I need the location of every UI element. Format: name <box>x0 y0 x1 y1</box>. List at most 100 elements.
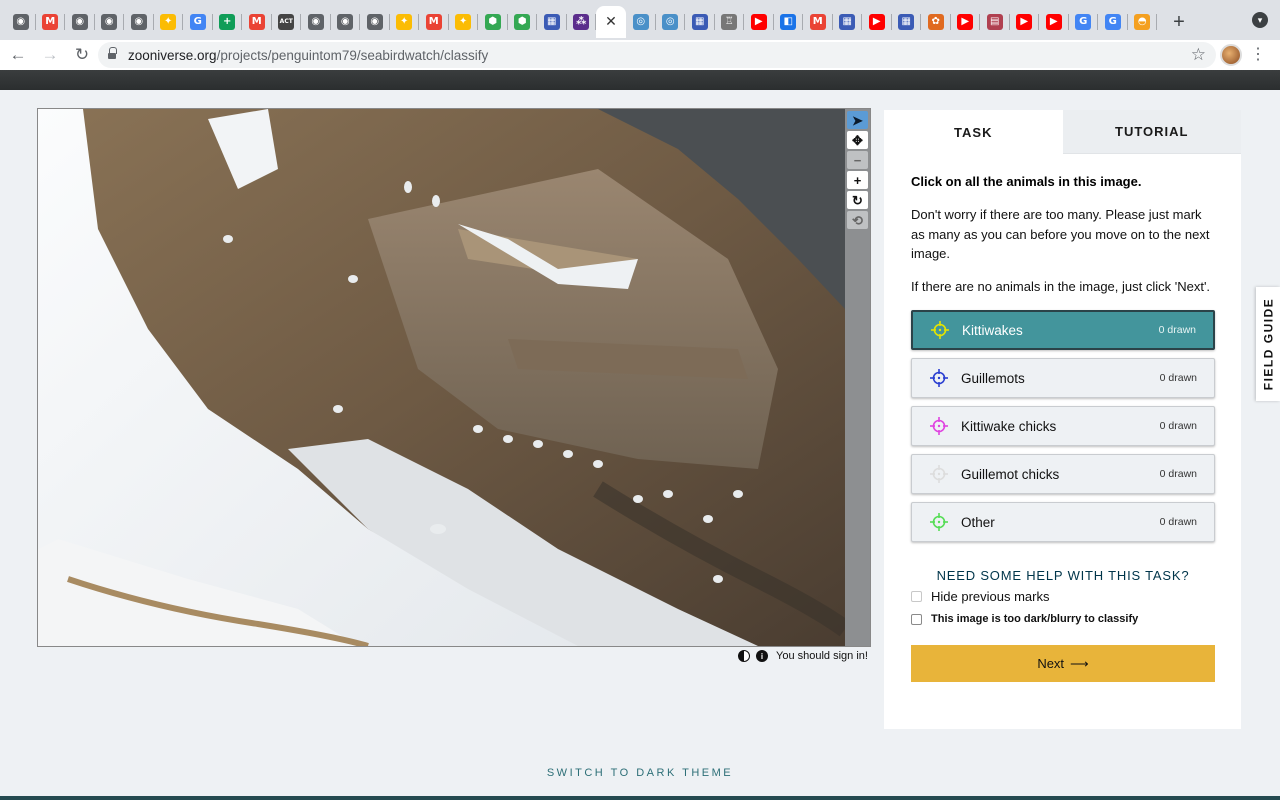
profile-avatar[interactable] <box>1220 44 1242 66</box>
tool-choice-count: 0 drawn <box>1159 468 1197 480</box>
browser-tab[interactable]: G <box>183 6 213 38</box>
hide-marks-checkbox[interactable] <box>911 591 922 602</box>
book-icon: ▤ <box>986 14 1003 30</box>
crosshair-icon <box>930 369 948 387</box>
browser-tab[interactable]: ▶ <box>862 6 892 38</box>
too-dark-label: This image is too dark/blurry to classif… <box>931 613 1139 625</box>
site-footer <box>0 796 1280 800</box>
browser-tab[interactable]: M <box>803 6 833 38</box>
browser-tab[interactable]: ✦ <box>449 6 478 38</box>
youtube-icon: ▶ <box>1016 14 1033 30</box>
browser-tab[interactable]: ⬢ <box>478 6 508 38</box>
browser-tab[interactable]: G <box>1069 6 1098 38</box>
browser-menu-icon[interactable]: ⋮ <box>1250 46 1266 64</box>
cliff-photo-graphic <box>38 109 845 646</box>
rotate-icon[interactable]: ↻ <box>847 191 868 209</box>
sign-in-notice[interactable]: You should sign in! <box>776 650 868 662</box>
tab-search-icon[interactable]: ▾ <box>1252 12 1268 28</box>
tab-tutorial[interactable]: TUTORIAL <box>1062 110 1241 154</box>
tool-choice-other[interactable]: Other 0 drawn <box>911 502 1215 542</box>
zoom-out-icon[interactable]: − <box>847 151 868 169</box>
browser-tab[interactable]: ◉ <box>331 6 360 38</box>
browser-tab[interactable]: ▦ <box>685 6 715 38</box>
browser-tab[interactable]: M <box>242 6 272 38</box>
browser-tab[interactable]: G <box>1098 6 1128 38</box>
reload-button[interactable]: ↻ <box>68 41 96 69</box>
browser-tab[interactable]: ♖ <box>715 6 744 38</box>
tool-choice-guillemot-chicks[interactable]: Guillemot chicks 0 drawn <box>911 454 1215 494</box>
switch-dark-theme-link[interactable]: SWITCH TO DARK THEME <box>0 767 1280 779</box>
forward-button[interactable]: → <box>36 41 64 69</box>
close-icon[interactable]: ✕ <box>603 14 619 30</box>
compass-icon: ◎ <box>632 14 649 30</box>
tool-choice-guillemots[interactable]: Guillemots 0 drawn <box>911 358 1215 398</box>
too-dark-checkbox-row[interactable]: This image is too dark/blurry to classif… <box>911 613 1215 625</box>
google-icon: G <box>189 14 206 30</box>
browser-tab[interactable]: ⬢ <box>508 6 537 38</box>
hide-marks-checkbox-row[interactable]: Hide previous marks <box>911 589 1215 604</box>
invert-contrast-icon[interactable] <box>738 650 750 662</box>
browser-tab[interactable]: ▤ <box>980 6 1010 38</box>
browser-tab[interactable]: ⁂ <box>567 6 596 38</box>
tool-choice-count: 0 drawn <box>1159 372 1197 384</box>
browser-tab[interactable]: ◉ <box>6 6 36 38</box>
bookmark-star-icon[interactable]: ☆ <box>1191 45 1206 65</box>
subject-image[interactable] <box>38 109 845 646</box>
browser-tab[interactable]: ▶ <box>744 6 774 38</box>
calendar-app-icon: ▦ <box>898 14 915 30</box>
shield-green-icon: ⬢ <box>484 14 501 30</box>
too-dark-checkbox[interactable] <box>911 613 922 625</box>
tab-task[interactable]: TASK <box>884 110 1063 154</box>
browser-tab[interactable]: ▦ <box>537 6 567 38</box>
lock-icon <box>108 47 117 60</box>
tool-choice-label: Other <box>961 514 995 530</box>
browser-tab[interactable]: ▶ <box>951 6 980 38</box>
globe-icon: ◉ <box>307 14 324 30</box>
pointer-arrow-icon[interactable]: ➤ <box>847 111 868 129</box>
browser-tab[interactable]: ▦ <box>833 6 862 38</box>
browser-tab[interactable]: ◓ <box>1128 6 1157 38</box>
help-link[interactable]: NEED SOME HELP WITH THIS TASK? <box>911 568 1215 583</box>
site-header <box>0 70 1280 90</box>
reset-icon[interactable]: ⟲ <box>847 211 868 229</box>
zoom-in-icon[interactable]: + <box>847 171 868 189</box>
tool-choice-kittiwake-chicks[interactable]: Kittiwake chicks 0 drawn <box>911 406 1215 446</box>
move-arrows-icon[interactable]: ✥ <box>847 131 868 149</box>
tool-choice-count: 0 drawn <box>1158 324 1196 336</box>
browser-tab[interactable]: ◉ <box>65 6 95 38</box>
tool-choice-kittiwakes[interactable]: Kittiwakes 0 drawn <box>911 310 1215 350</box>
browser-tab[interactable]: ✿ <box>921 6 951 38</box>
info-icon[interactable]: i <box>756 650 768 662</box>
field-guide-label: FIELD GUIDE <box>1261 297 1276 391</box>
browser-tab[interactable]: ✕ <box>596 6 626 38</box>
browser-tab[interactable]: ▦ <box>892 6 921 38</box>
new-tab-button[interactable]: + <box>1165 8 1193 36</box>
browser-tab[interactable]: ✦ <box>154 6 183 38</box>
browser-tab[interactable]: ✦ <box>390 6 419 38</box>
browser-tab[interactable]: ◧ <box>774 6 803 38</box>
browser-tab[interactable]: ◎ <box>656 6 685 38</box>
instruction-paragraph: Don't worry if there are too many. Pleas… <box>911 207 1210 261</box>
browser-tab[interactable]: + <box>213 6 242 38</box>
globe-icon: ◉ <box>12 14 29 30</box>
browser-tab[interactable]: ACT <box>272 6 301 38</box>
address-bar[interactable]: zooniverse.org/projects/penguintom79/sea… <box>98 42 1216 68</box>
field-guide-tab[interactable]: FIELD GUIDE <box>1256 287 1280 401</box>
globe-icon: ◉ <box>130 14 147 30</box>
compass-icon: ◎ <box>662 14 679 30</box>
crosshair-icon <box>930 417 948 435</box>
browser-tab[interactable]: ▶ <box>1010 6 1039 38</box>
rainbow-icon: ◓ <box>1134 14 1151 30</box>
browser-tab[interactable]: M <box>36 6 65 38</box>
back-button[interactable]: ← <box>4 41 32 69</box>
browser-tab[interactable]: M <box>419 6 449 38</box>
browser-tab[interactable]: ◉ <box>360 6 390 38</box>
browser-tab[interactable]: ◎ <box>626 6 656 38</box>
browser-tab[interactable]: ◉ <box>95 6 124 38</box>
tab-separator <box>1156 14 1157 30</box>
browser-tab[interactable]: ◉ <box>124 6 154 38</box>
browser-tab[interactable]: ▶ <box>1039 6 1069 38</box>
tool-choice-label: Kittiwake chicks <box>961 418 1057 434</box>
next-button[interactable]: Next ⟶ <box>911 645 1215 682</box>
browser-tab[interactable]: ◉ <box>301 6 331 38</box>
